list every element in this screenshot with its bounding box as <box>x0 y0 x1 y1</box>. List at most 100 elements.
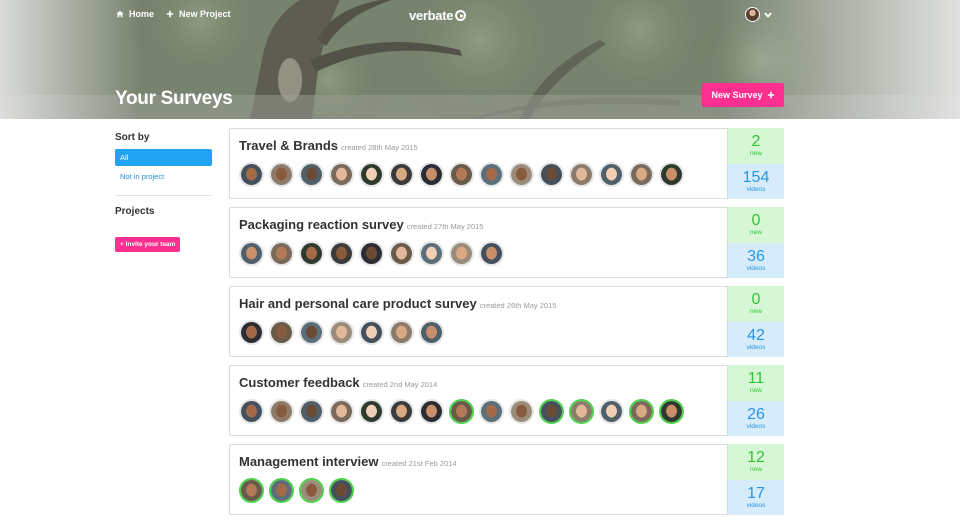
videos-count-badge: 42 videos <box>727 322 784 357</box>
respondent-avatar[interactable] <box>299 478 324 503</box>
respondent-avatars <box>239 162 684 187</box>
respondent-avatar[interactable] <box>269 478 294 503</box>
respondent-avatars <box>239 241 504 266</box>
videos-count: 26 <box>747 405 765 423</box>
respondent-avatar[interactable] <box>389 399 414 424</box>
survey-card[interactable]: Management interview created 21st Feb 201… <box>229 444 784 515</box>
respondent-avatar[interactable] <box>659 162 684 187</box>
respondent-avatar[interactable] <box>299 162 324 187</box>
respondent-avatar[interactable] <box>539 162 564 187</box>
respondent-avatar[interactable] <box>359 162 384 187</box>
respondent-avatar[interactable] <box>479 162 504 187</box>
home-link-label: Home <box>129 9 155 19</box>
respondent-avatar[interactable] <box>359 320 384 345</box>
respondent-avatars <box>239 478 354 503</box>
survey-card[interactable]: Customer feedback created 2nd May 2014 11… <box>229 365 784 436</box>
new-count: 0 <box>751 212 761 229</box>
respondent-avatar[interactable] <box>329 320 354 345</box>
respondent-avatar[interactable] <box>359 241 384 266</box>
respondent-avatar[interactable] <box>329 478 354 503</box>
new-count: 0 <box>751 291 761 308</box>
respondent-avatar[interactable] <box>449 241 474 266</box>
respondent-avatar[interactable] <box>239 162 264 187</box>
respondent-avatar[interactable] <box>359 399 384 424</box>
new-count-badge: 12 new <box>727 444 784 480</box>
respondent-avatar[interactable] <box>419 320 444 345</box>
new-count: 2 <box>751 133 761 150</box>
respondent-avatar[interactable] <box>509 399 534 424</box>
respondent-avatars <box>239 399 684 424</box>
new-label: new <box>750 150 762 157</box>
survey-card[interactable]: Packaging reaction survey created 27th Ma… <box>229 207 784 278</box>
new-project-link-label: New Project <box>179 9 231 19</box>
survey-stats: 12 new 17 videos <box>727 444 784 515</box>
respondent-avatar[interactable] <box>269 399 294 424</box>
respondent-avatar[interactable] <box>299 241 324 266</box>
respondent-avatar[interactable] <box>629 399 654 424</box>
respondent-avatar[interactable] <box>509 162 534 187</box>
respondent-avatar[interactable] <box>569 162 594 187</box>
sort-option-all[interactable]: All <box>115 149 212 166</box>
sort-option-not-in-project[interactable]: Not in project <box>115 168 212 185</box>
respondent-avatar[interactable] <box>599 162 624 187</box>
respondent-avatar[interactable] <box>449 162 474 187</box>
respondent-avatar[interactable] <box>329 162 354 187</box>
top-nav: Home New Project <box>116 9 231 19</box>
respondent-avatar[interactable] <box>539 399 564 424</box>
survey-title-row: Hair and personal care product survey cre… <box>239 296 556 311</box>
respondent-avatar[interactable] <box>629 162 654 187</box>
respondent-avatar[interactable] <box>389 241 414 266</box>
survey-title-row: Packaging reaction survey created 27th Ma… <box>239 217 483 232</box>
videos-label: videos <box>746 185 766 193</box>
survey-title-row: Travel & Brands created 28th May 2015 <box>239 138 418 153</box>
respondent-avatar[interactable] <box>449 399 474 424</box>
respondent-avatar[interactable] <box>329 241 354 266</box>
respondent-avatar[interactable] <box>299 399 324 424</box>
survey-title: Travel & Brands <box>239 138 338 153</box>
respondent-avatar[interactable] <box>599 399 624 424</box>
respondent-avatar[interactable] <box>269 320 294 345</box>
respondent-avatar[interactable] <box>419 399 444 424</box>
new-count: 12 <box>747 449 765 466</box>
plus-icon <box>166 10 174 18</box>
survey-created-date: created 28th May 2015 <box>341 143 418 152</box>
new-count-badge: 0 new <box>727 286 784 322</box>
verbate-logo[interactable]: verbate <box>409 8 467 23</box>
videos-count: 154 <box>742 168 770 186</box>
respondent-avatar[interactable] <box>389 320 414 345</box>
respondent-avatar[interactable] <box>239 399 264 424</box>
home-link[interactable]: Home <box>116 9 154 19</box>
respondent-avatar[interactable] <box>419 241 444 266</box>
respondent-avatar[interactable] <box>239 478 264 503</box>
user-menu[interactable] <box>745 7 772 22</box>
respondent-avatar[interactable] <box>239 320 264 345</box>
respondent-avatar[interactable] <box>269 241 294 266</box>
videos-label: videos <box>746 343 766 351</box>
respondent-avatars <box>239 320 444 345</box>
respondent-avatar[interactable] <box>269 162 294 187</box>
new-label: new <box>750 387 762 394</box>
respondent-avatar[interactable] <box>299 320 324 345</box>
survey-title-row: Customer feedback created 2nd May 2014 <box>239 375 437 390</box>
respondent-avatar[interactable] <box>479 399 504 424</box>
videos-label: videos <box>746 422 766 430</box>
videos-count-badge: 26 videos <box>727 401 784 436</box>
survey-created-date: created 27th May 2015 <box>406 222 484 231</box>
respondent-avatar[interactable] <box>419 162 444 187</box>
respondent-avatar[interactable] <box>239 241 264 266</box>
respondent-avatar[interactable] <box>329 399 354 424</box>
respondent-avatar[interactable] <box>569 399 594 424</box>
respondent-avatar[interactable] <box>659 399 684 424</box>
new-survey-button[interactable]: New Survey <box>702 83 784 107</box>
survey-card[interactable]: Travel & Brands created 28th May 2015 2 ne… <box>229 128 784 199</box>
survey-stats: 11 new 26 videos <box>727 365 784 436</box>
survey-title: Hair and personal care product survey <box>239 296 477 311</box>
new-project-link[interactable]: New Project <box>166 9 231 19</box>
survey-card[interactable]: Hair and personal care product survey cre… <box>229 286 784 357</box>
new-count-badge: 11 new <box>727 365 784 401</box>
respondent-avatar[interactable] <box>479 241 504 266</box>
new-count-badge: 2 new <box>727 128 784 164</box>
new-survey-button-label: New Survey <box>711 90 763 100</box>
respondent-avatar[interactable] <box>389 162 414 187</box>
invite-team-button[interactable]: + Invite your team <box>115 237 181 252</box>
